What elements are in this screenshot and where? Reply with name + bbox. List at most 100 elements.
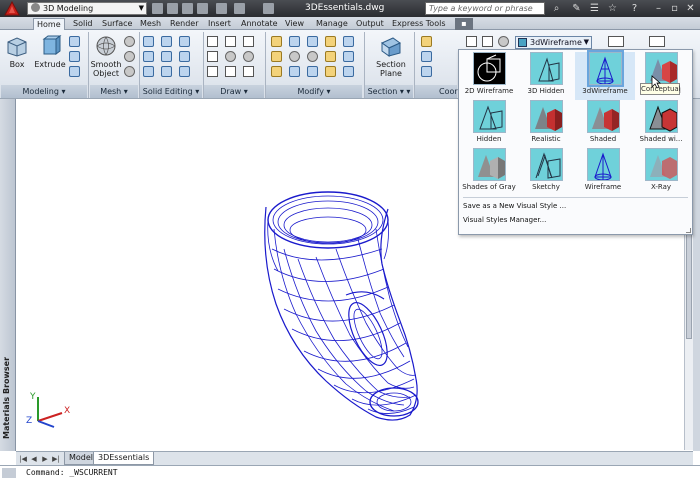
scale-icon[interactable] (306, 65, 320, 78)
rotate-icon[interactable] (288, 35, 302, 48)
shell-icon[interactable] (178, 35, 192, 48)
extrude-button[interactable]: Extrude (34, 33, 66, 83)
union-icon[interactable] (142, 35, 156, 48)
plot-icon[interactable] (263, 3, 274, 14)
visual-style-sketchy[interactable]: Sketchy (516, 148, 576, 196)
tab-mesh[interactable]: Mesh (137, 18, 164, 30)
tab-insert[interactable]: Insert (205, 18, 234, 30)
tab-surface[interactable]: Surface (99, 18, 135, 30)
trim-icon[interactable] (324, 35, 338, 48)
tab-solid[interactable]: Solid (70, 18, 96, 30)
chamfer-icon[interactable] (324, 65, 338, 78)
visual-style-3dwireframe[interactable]: 3dWireframe (575, 50, 635, 100)
presspull-icon[interactable] (68, 35, 82, 48)
panel-modify[interactable]: Modify ▾ (266, 85, 362, 98)
restore-icon[interactable]: ▫ (668, 2, 681, 15)
explode-icon[interactable] (342, 50, 356, 63)
scroll-thumb[interactable] (686, 219, 692, 339)
box-button[interactable]: Box (1, 33, 33, 83)
fillet-icon[interactable] (324, 50, 338, 63)
visual-style-shaded[interactable]: Shaded (573, 100, 633, 148)
save-icon[interactable] (182, 3, 193, 14)
visual-style-x-ray[interactable]: X-Ray (631, 148, 691, 196)
smooth-object-button[interactable]: Smooth Object (90, 33, 122, 83)
visual-style-hidden[interactable]: Hidden (459, 100, 519, 148)
refine-mesh-icon[interactable] (123, 65, 137, 78)
visual-style-shaded-with-edges[interactable]: Shaded wi... (631, 100, 691, 148)
rectangle-icon[interactable] (224, 65, 238, 78)
subtract-icon[interactable] (142, 50, 156, 63)
tab-manage[interactable]: Manage (313, 18, 351, 30)
panel-solid-editing[interactable]: Solid Editing ▾ (140, 85, 202, 98)
intersect-icon[interactable] (142, 65, 156, 78)
save-new-visual-style-link[interactable]: Save as a New Visual Style ... (463, 201, 566, 211)
minimize-icon[interactable]: – (652, 2, 665, 15)
tab-annotate[interactable]: Annotate (238, 18, 281, 30)
view-2d-icon[interactable] (465, 35, 479, 48)
visual-style-2d-wireframe[interactable]: 2D Wireframe (459, 52, 519, 100)
tab-express-tools[interactable]: Express Tools (389, 18, 449, 30)
save-as-icon[interactable] (197, 3, 208, 14)
stretch-icon[interactable] (342, 65, 356, 78)
hatch-icon[interactable] (242, 65, 256, 78)
new-file-icon[interactable] (152, 3, 163, 14)
copy-icon[interactable] (306, 50, 320, 63)
view-sphere-icon[interactable] (497, 35, 511, 48)
line-icon[interactable] (206, 35, 220, 48)
visual-style-3d-hidden[interactable]: 3D Hidden (516, 52, 576, 100)
close-icon[interactable]: ✕ (684, 2, 697, 15)
panel-mesh[interactable]: Mesh ▾ (90, 85, 138, 98)
revolve-icon[interactable] (68, 50, 82, 63)
resize-grip-icon[interactable] (686, 228, 691, 233)
ribbon-toggle-icon[interactable]: ▪ (455, 18, 473, 30)
communication-icon[interactable]: ☰ (588, 2, 601, 15)
ucs-object-icon[interactable] (420, 65, 434, 78)
separate-icon[interactable] (160, 50, 174, 63)
move-icon[interactable] (306, 35, 320, 48)
subscription-icon[interactable]: ✎ (570, 2, 583, 15)
viewport-config-icon[interactable] (648, 35, 668, 48)
arc-icon[interactable] (224, 35, 238, 48)
first-layout-icon[interactable]: |◀ (19, 455, 27, 463)
panel-draw[interactable]: Draw ▾ (204, 85, 264, 98)
erase-icon[interactable] (342, 35, 356, 48)
redo-icon[interactable] (234, 3, 245, 14)
view-3d-icon[interactable] (481, 35, 495, 48)
tab-output[interactable]: Output (353, 18, 387, 30)
circle-icon[interactable] (224, 50, 238, 63)
help-icon[interactable]: ? (628, 2, 641, 15)
open-file-icon[interactable] (167, 3, 178, 14)
visual-styles-manager-link[interactable]: Visual Styles Manager... (463, 215, 546, 225)
move-gizmo-icon[interactable] (270, 35, 284, 48)
tab-3dessentials[interactable]: 3DEssentials (93, 452, 155, 465)
search-input[interactable]: Type a keyword or phrase (425, 2, 545, 15)
favorites-icon[interactable]: ☆ (606, 2, 619, 15)
visual-style-select[interactable]: 3dWireframe ▼ (515, 36, 592, 49)
visual-style-wireframe[interactable]: Wireframe (573, 148, 633, 196)
smooth-less-icon[interactable] (123, 50, 137, 63)
polygon-icon[interactable] (206, 65, 220, 78)
search-icon[interactable]: ⌕ (550, 2, 563, 15)
extract-edges-icon[interactable] (160, 35, 174, 48)
interfere-icon[interactable] (178, 65, 192, 78)
offset-icon[interactable] (288, 50, 302, 63)
command-line-handle[interactable] (2, 468, 16, 478)
panel-section[interactable]: Section ▾ ▾ (365, 85, 413, 98)
undo-icon[interactable] (216, 3, 227, 14)
align-icon[interactable] (270, 65, 284, 78)
panel-coordinates[interactable]: Coor (415, 85, 458, 98)
command-line[interactable]: Command: _WSCURRENT (0, 465, 700, 479)
materials-browser-palette[interactable]: Materials Browser (0, 99, 16, 451)
smooth-more-icon[interactable] (123, 35, 137, 48)
ellipse-icon[interactable] (242, 50, 256, 63)
panel-modeling[interactable]: Modeling ▾ (1, 85, 87, 98)
prev-layout-icon[interactable]: ◀ (30, 455, 38, 463)
workspace-select[interactable]: 3D Modeling ▼ (27, 2, 147, 15)
fillet-edge-icon[interactable] (178, 50, 192, 63)
named-views-icon[interactable] (607, 35, 627, 48)
mirror-icon[interactable] (288, 65, 302, 78)
visual-style-realistic[interactable]: Realistic (516, 100, 576, 148)
ucs-world-icon[interactable] (420, 50, 434, 63)
last-layout-icon[interactable]: ▶| (52, 455, 60, 463)
tab-view[interactable]: View (282, 18, 307, 30)
